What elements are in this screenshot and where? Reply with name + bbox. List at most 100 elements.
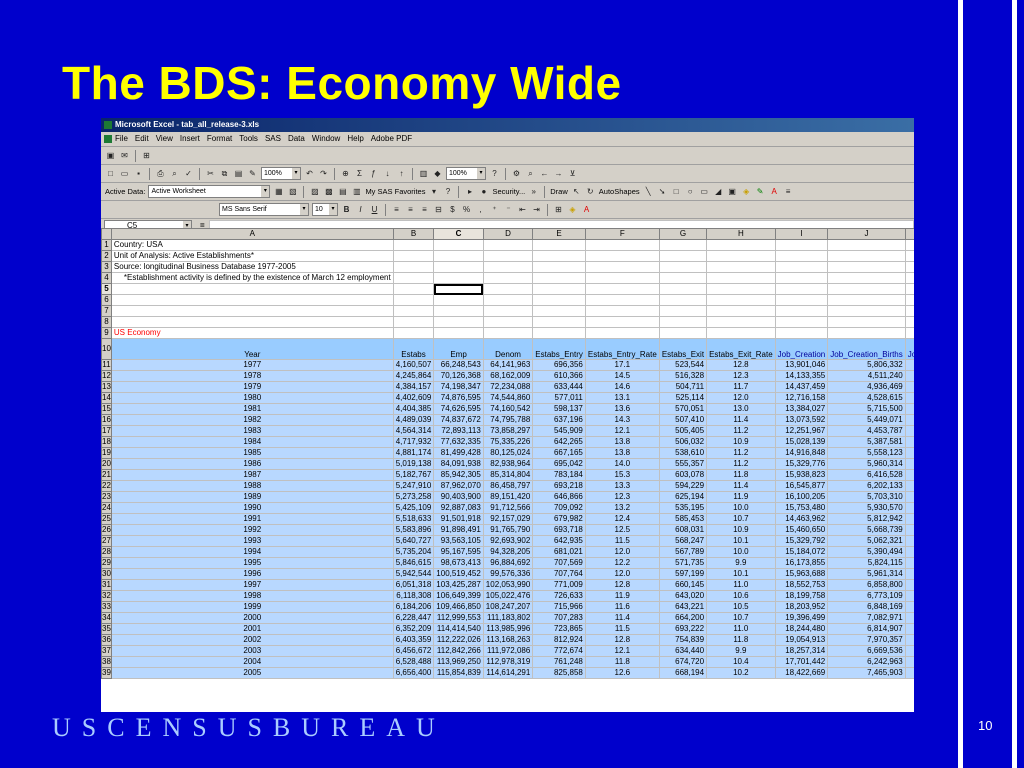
table-cell[interactable]: 77,632,335 bbox=[433, 436, 484, 448]
pdf-review-icon[interactable]: ⊞ bbox=[141, 150, 152, 161]
sheet-cell[interactable] bbox=[904, 272, 914, 284]
chart-wizard-icon[interactable]: ▥ bbox=[418, 168, 429, 179]
sheet-cell[interactable] bbox=[110, 316, 394, 328]
table-cell[interactable]: 715,966 bbox=[532, 601, 586, 613]
sheet-cell[interactable] bbox=[904, 239, 914, 251]
sheet-cell[interactable] bbox=[658, 250, 708, 262]
sheet-cell[interactable] bbox=[584, 294, 660, 306]
table-cell[interactable]: 5,715,500 bbox=[827, 403, 906, 415]
print-preview-icon[interactable]: ⌕ bbox=[169, 168, 180, 179]
table-cell[interactable]: 14.5 bbox=[584, 370, 660, 382]
table-cell[interactable]: 1982 bbox=[110, 414, 394, 426]
sheet-cell[interactable] bbox=[774, 305, 829, 317]
active-data-select[interactable]: Active Worksheet ▾ bbox=[148, 185, 271, 198]
table-cell[interactable]: 642,935 bbox=[532, 535, 586, 547]
sheet-cell[interactable] bbox=[110, 294, 394, 306]
table-cell[interactable]: 538,610 bbox=[658, 447, 708, 459]
column-header[interactable]: G bbox=[658, 228, 708, 240]
menu-item[interactable]: Tools bbox=[239, 134, 258, 143]
sheet-cell[interactable] bbox=[392, 294, 435, 306]
selected-cell[interactable] bbox=[433, 283, 484, 295]
table-cell[interactable]: 115,854,839 bbox=[433, 667, 484, 679]
table-header-cell[interactable]: Job_Creation bbox=[774, 338, 829, 360]
sheet-cell[interactable] bbox=[433, 327, 484, 339]
table-cell[interactable]: 82,938,964 bbox=[482, 458, 534, 470]
column-header[interactable]: D bbox=[482, 228, 534, 240]
table-cell[interactable]: 10.7 bbox=[706, 612, 776, 624]
table-cell[interactable]: 1985 bbox=[110, 447, 394, 459]
table-cell[interactable]: 646,866 bbox=[532, 491, 586, 503]
help-icon[interactable]: ? bbox=[489, 168, 500, 179]
table-cell[interactable]: 642,265 bbox=[532, 436, 586, 448]
table-cell[interactable]: 12.0 bbox=[706, 392, 776, 404]
forward-icon[interactable]: → bbox=[553, 168, 564, 179]
table-cell[interactable]: 112,999,553 bbox=[433, 612, 484, 624]
table-cell[interactable]: 2001 bbox=[110, 623, 394, 635]
table-cell[interactable]: 91,501,918 bbox=[433, 513, 484, 525]
column-header[interactable]: I bbox=[774, 228, 829, 240]
row-header[interactable]: 11 bbox=[101, 359, 112, 371]
table-cell[interactable]: 100,519,452 bbox=[433, 568, 484, 580]
table-cell[interactable]: 674,720 bbox=[658, 656, 708, 668]
table-cell[interactable]: 12.1 bbox=[584, 645, 660, 657]
menu-item[interactable]: Help bbox=[347, 134, 363, 143]
table-cell[interactable]: 5,960,314 bbox=[827, 458, 906, 470]
row-header[interactable]: 15 bbox=[101, 403, 112, 415]
table-cell[interactable]: 86,458,797 bbox=[482, 480, 534, 492]
table-cell[interactable]: 771,009 bbox=[532, 579, 586, 591]
sas-icon-6[interactable]: ▥ bbox=[351, 186, 362, 197]
table-cell[interactable]: 8,651,020 bbox=[904, 513, 914, 525]
sheet-cell[interactable] bbox=[433, 272, 484, 284]
table-cell[interactable]: 12.3 bbox=[584, 491, 660, 503]
comma-icon[interactable]: , bbox=[475, 204, 486, 215]
increase-decimal-icon[interactable]: ⁺ bbox=[489, 204, 500, 215]
table-cell[interactable]: 6,669,536 bbox=[827, 645, 906, 657]
table-cell[interactable]: 18,203,952 bbox=[774, 601, 829, 613]
sheet-cell[interactable] bbox=[433, 294, 484, 306]
table-cell[interactable]: 812,924 bbox=[532, 634, 586, 646]
sheet-cell[interactable] bbox=[433, 316, 484, 328]
table-cell[interactable]: 14.0 bbox=[584, 458, 660, 470]
decrease-decimal-icon[interactable]: ⁻ bbox=[503, 204, 514, 215]
sheet-cell[interactable] bbox=[392, 305, 435, 317]
drawing-icon[interactable]: ◆ bbox=[432, 168, 443, 179]
table-cell[interactable]: 74,544,860 bbox=[482, 392, 534, 404]
table-cell[interactable]: 11.5 bbox=[584, 623, 660, 635]
my-sas-favorites-button[interactable]: My SAS Favorites bbox=[365, 187, 425, 196]
sheet-cell[interactable] bbox=[392, 316, 435, 328]
table-cell[interactable]: 103,425,287 bbox=[433, 579, 484, 591]
table-cell[interactable]: 754,839 bbox=[658, 634, 708, 646]
table-cell[interactable]: 5,735,204 bbox=[392, 546, 435, 558]
back-icon[interactable]: ← bbox=[539, 168, 550, 179]
table-cell[interactable]: 9,640,558 bbox=[904, 436, 914, 448]
sheet-cell[interactable] bbox=[706, 239, 776, 251]
table-cell[interactable]: 12.1 bbox=[584, 425, 660, 437]
security-button[interactable]: Security... bbox=[492, 187, 525, 196]
table-cell[interactable]: 5,846,615 bbox=[392, 557, 435, 569]
sheet-cell[interactable] bbox=[584, 327, 660, 339]
sheet-cell[interactable] bbox=[482, 239, 534, 251]
table-cell[interactable]: 19,054,913 bbox=[774, 634, 829, 646]
select-all-corner[interactable] bbox=[101, 228, 112, 240]
table-header-cell[interactable]: Job_Creation_Continuers bbox=[904, 338, 914, 360]
table-cell[interactable]: 14,463,962 bbox=[774, 513, 829, 525]
table-cell[interactable]: 555,357 bbox=[658, 458, 708, 470]
fill-color-icon[interactable]: ◈ bbox=[567, 204, 578, 215]
table-cell[interactable]: 707,764 bbox=[532, 568, 586, 580]
menu-item[interactable]: Adobe PDF bbox=[371, 134, 412, 143]
table-cell[interactable]: 5,390,494 bbox=[827, 546, 906, 558]
table-cell[interactable]: 14.6 bbox=[584, 381, 660, 393]
sheet-cell[interactable] bbox=[904, 305, 914, 317]
table-header-cell[interactable]: Estabs_Entry_Rate bbox=[584, 338, 660, 360]
table-cell[interactable]: 6,242,963 bbox=[827, 656, 906, 668]
sheet-cell[interactable] bbox=[706, 250, 776, 262]
sheet-cell[interactable] bbox=[827, 294, 906, 306]
table-cell[interactable]: 113,969,250 bbox=[433, 656, 484, 668]
table-cell[interactable]: 1995 bbox=[110, 557, 394, 569]
sheet-cell[interactable] bbox=[706, 283, 776, 295]
function-icon[interactable]: ƒ bbox=[368, 168, 379, 179]
menu-item[interactable]: File bbox=[115, 134, 128, 143]
table-cell[interactable]: 91,712,566 bbox=[482, 502, 534, 514]
row-header[interactable]: 21 bbox=[101, 469, 112, 481]
sheet-cell[interactable] bbox=[904, 261, 914, 273]
